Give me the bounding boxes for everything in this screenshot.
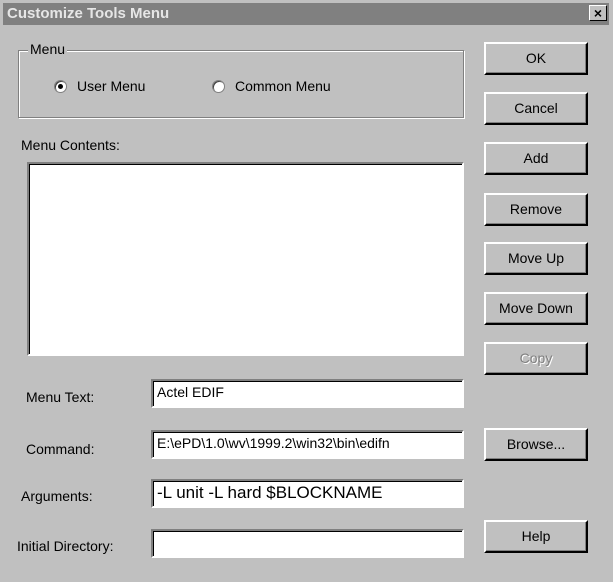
arguments-label: Arguments: — [21, 488, 93, 504]
help-button[interactable]: Help — [484, 520, 588, 553]
menu-contents-list[interactable] — [27, 162, 464, 356]
command-input[interactable]: E:\ePD\1.0\wv\1999.2\win32\bin\edifn — [151, 430, 464, 459]
radio-user-menu[interactable]: User Menu — [54, 78, 145, 94]
initial-directory-input[interactable] — [151, 529, 464, 558]
menu-contents-label: Menu Contents: — [21, 137, 120, 153]
radio-common-menu-label: Common Menu — [235, 78, 331, 94]
title-bar: Customize Tools Menu × — [3, 3, 609, 25]
menu-text-input[interactable]: Actel EDIF — [151, 379, 464, 408]
ok-button[interactable]: OK — [484, 42, 588, 75]
customize-tools-dialog: Customize Tools Menu × Menu User Menu Co… — [0, 0, 613, 582]
initial-directory-label: Initial Directory: — [17, 538, 114, 554]
copy-button[interactable]: Copy — [484, 342, 588, 375]
radio-user-menu-label: User Menu — [77, 78, 146, 94]
remove-button[interactable]: Remove — [484, 193, 588, 226]
arguments-input[interactable]: -L unit -L hard $BLOCKNAME — [151, 479, 464, 508]
radio-unselected-icon — [212, 79, 225, 93]
cancel-button[interactable]: Cancel — [484, 92, 588, 125]
dialog-title: Customize Tools Menu — [7, 5, 170, 22]
radio-common-menu[interactable]: Common Menu — [212, 78, 331, 94]
move-up-button[interactable]: Move Up — [484, 242, 588, 275]
close-button[interactable]: × — [589, 5, 607, 21]
command-label: Command: — [26, 441, 95, 457]
browse-button[interactable]: Browse... — [484, 428, 588, 461]
add-button[interactable]: Add — [484, 142, 588, 175]
move-down-button[interactable]: Move Down — [484, 292, 588, 325]
menu-group-label: Menu — [28, 41, 68, 57]
menu-text-label: Menu Text: — [26, 389, 95, 405]
radio-selected-icon — [54, 79, 67, 93]
